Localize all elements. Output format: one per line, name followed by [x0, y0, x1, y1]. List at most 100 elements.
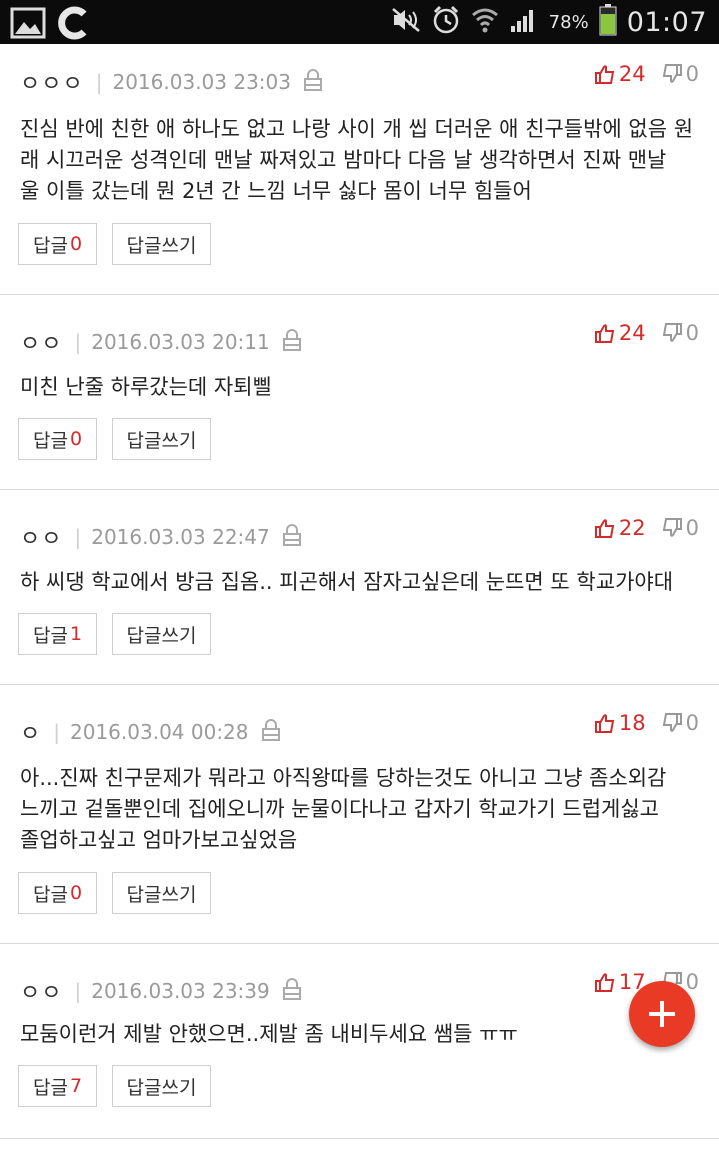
comment-body: 모둠이런거 제발 안했으면..제발 좀 내비두세요 쌤들 ㅠㅠ	[20, 1019, 699, 1050]
comment-item: ㅇㅇ | 2016.03.03 20:11 24 0 미친 난줄 하루갔는데 자…	[0, 295, 719, 490]
reply-count: 0	[69, 233, 83, 255]
lock-icon	[282, 328, 302, 356]
reply-count-button[interactable]: 답글 0	[18, 872, 97, 914]
comment-date: 2016.03.04 00:28	[70, 720, 249, 744]
reply-label: 답글	[32, 883, 68, 906]
downvote-count: 0	[685, 516, 699, 540]
comment-actions: 답글 7 답글쓰기	[18, 1065, 211, 1107]
thumbs-up-icon	[594, 519, 615, 538]
gallery-icon	[10, 7, 46, 43]
upvote-count: 22	[618, 516, 646, 540]
add-comment-fab[interactable]	[629, 981, 695, 1047]
reply-count: 1	[69, 623, 83, 645]
comment-date: 2016.03.03 22:47	[91, 525, 270, 549]
write-reply-button[interactable]: 답글쓰기	[112, 613, 211, 655]
comment-body: 아...진짜 친구문제가 뭐라고 아직왕따를 당하는것도 아니고 그냥 좀소외감…	[20, 763, 699, 856]
reply-count: 7	[69, 1075, 83, 1097]
comment-actions: 답글 0 답글쓰기	[18, 872, 211, 914]
app-c-icon	[58, 6, 92, 44]
upvote-count: 24	[618, 321, 646, 345]
thumbs-up-icon	[594, 65, 615, 84]
lock-icon	[303, 68, 323, 96]
comment-date: 2016.03.03 23:39	[91, 979, 270, 1003]
comment-meta: ㅇㅇㅇ | 2016.03.03 23:03	[20, 66, 323, 98]
downvote-button[interactable]: 0	[662, 321, 699, 345]
comment-body: 하 씨댕 학교에서 방금 집옴.. 피곤해서 잠자고싶은데 눈뜨면 또 학교가야…	[20, 567, 699, 598]
comment-date: 2016.03.03 20:11	[91, 330, 270, 354]
upvote-button[interactable]: 18	[594, 711, 646, 735]
reply-count-button[interactable]: 답글 0	[18, 418, 97, 460]
write-reply-button[interactable]: 답글쓰기	[112, 418, 211, 460]
comment-item: ㅇ | 2016.03.04 00:28 18 0 아...진짜 친구문제가 뭐…	[0, 685, 719, 944]
lock-icon	[282, 977, 302, 1005]
thumbs-down-icon	[662, 713, 682, 732]
comment-line: 느끼고 겉돌뿐인데 집에오니까 눈물이다나고 갑자기 학교가기 드럽게싫고	[20, 797, 659, 821]
comment-line: 아...진짜 친구문제가 뭐라고 아직왕따를 당하는것도 아니고 그냥 좀소외감	[20, 766, 667, 790]
plus-icon	[649, 1001, 675, 1027]
comment-meta: ㅇㅇ | 2016.03.03 22:47	[20, 521, 302, 553]
reply-label: 답글	[32, 234, 68, 257]
lock-icon	[282, 523, 302, 551]
comment-line: 미친 난줄 하루갔는데 자퇴삘	[20, 375, 272, 399]
vote-group: 24 0	[594, 321, 699, 345]
comment-line: 진심 반에 친한 애 하나도 없고 나랑 사이 개 씹 더러운 애 친구들밖에 …	[20, 117, 694, 141]
thumbs-down-icon	[662, 323, 682, 342]
reply-label: 답글	[32, 624, 68, 647]
downvote-button[interactable]: 0	[662, 62, 699, 86]
downvote-count: 0	[685, 321, 699, 345]
reply-count: 0	[69, 882, 83, 904]
vote-group: 18 0	[594, 711, 699, 735]
reply-label: 답글	[32, 1076, 68, 1099]
reply-count: 0	[69, 428, 83, 450]
upvote-button[interactable]: 24	[594, 321, 646, 345]
comment-meta: ㅇㅇ | 2016.03.03 20:11	[20, 326, 302, 358]
downvote-count: 0	[685, 711, 699, 735]
upvote-button[interactable]: 22	[594, 516, 646, 540]
write-reply-button[interactable]: 답글쓰기	[112, 872, 211, 914]
alarm-icon	[431, 5, 461, 39]
meta-divider: |	[95, 70, 103, 94]
downvote-button[interactable]: 0	[662, 516, 699, 540]
downvote-count: 0	[685, 62, 699, 86]
reply-count-button[interactable]: 답글 1	[18, 613, 97, 655]
comment-author[interactable]: ㅇ	[20, 716, 41, 748]
comment-actions: 답글 0 답글쓰기	[18, 223, 211, 265]
comment-body: 진심 반에 친한 애 하나도 없고 나랑 사이 개 씹 더러운 애 친구들밖에 …	[20, 114, 699, 207]
comment-meta: ㅇㅇ | 2016.03.03 23:39	[20, 975, 302, 1007]
vote-group: 24 0	[594, 62, 699, 86]
thumbs-up-icon	[594, 714, 615, 733]
write-reply-button[interactable]: 답글쓰기	[112, 1065, 211, 1107]
meta-divider: |	[74, 330, 82, 354]
meta-divider: |	[74, 979, 82, 1003]
thumbs-down-icon	[662, 64, 682, 83]
upvote-count: 24	[618, 62, 646, 86]
meta-divider: |	[53, 720, 60, 744]
comment-date: 2016.03.03 23:03	[112, 70, 291, 94]
signal-icon	[509, 6, 539, 38]
downvote-count: 0	[685, 970, 699, 994]
comment-line: 하 씨댕 학교에서 방금 집옴.. 피곤해서 잠자고싶은데 눈뜨면 또 학교가야…	[20, 570, 674, 594]
comment-item: ㅇㅇ | 2016.03.03 22:47 22 0 하 씨댕 학교에서 방금 …	[0, 490, 719, 685]
lock-icon	[261, 718, 281, 746]
write-reply-button[interactable]: 답글쓰기	[112, 223, 211, 265]
comment-author[interactable]: ㅇㅇ	[20, 521, 62, 553]
upvote-button[interactable]: 24	[594, 62, 646, 86]
comment-author[interactable]: ㅇㅇ	[20, 975, 62, 1007]
comment-author[interactable]: ㅇㅇㅇ	[20, 66, 84, 98]
thumbs-up-icon	[594, 973, 615, 992]
reply-count-button[interactable]: 답글 0	[18, 223, 97, 265]
clock: 01:07	[626, 6, 707, 38]
comment-author[interactable]: ㅇㅇ	[20, 326, 62, 358]
comment-list: ㅇㅇㅇ | 2016.03.03 23:03 24 0 진심 반에 친한 애 하…	[0, 44, 719, 1139]
downvote-button[interactable]: 0	[662, 711, 699, 735]
upvote-count: 18	[618, 711, 646, 735]
comment-body: 미친 난줄 하루갔는데 자퇴삘	[20, 372, 699, 403]
comment-line: 졸업하고싶고 엄마가보고싶었음	[20, 828, 298, 852]
comment-line: 래 시끄러운 성격인데 맨날 짜져있고 밤마다 다음 날 생각하면서 진짜 맨날	[20, 148, 667, 172]
meta-divider: |	[74, 525, 82, 549]
comment-meta: ㅇ | 2016.03.04 00:28	[20, 716, 281, 748]
mute-icon	[391, 7, 421, 37]
reply-count-button[interactable]: 답글 7	[18, 1065, 97, 1107]
comment-actions: 답글 0 답글쓰기	[18, 418, 211, 460]
comment-item: ㅇㅇㅇ | 2016.03.03 23:03 24 0 진심 반에 친한 애 하…	[0, 44, 719, 295]
